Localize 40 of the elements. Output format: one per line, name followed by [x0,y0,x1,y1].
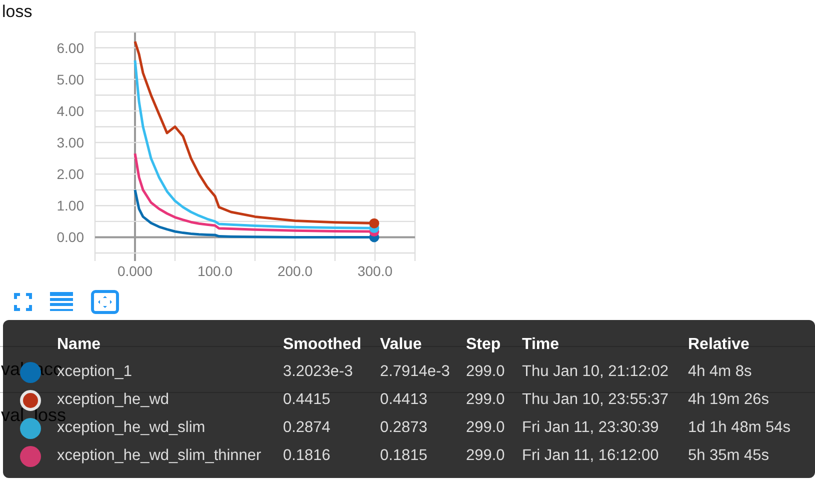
table-cell-text: 0.1815 [380,446,428,466]
table-cell-text: 5h 35m 45s [688,446,770,466]
y-tick-label: 5.00 [56,71,84,88]
table-cell-text: 0.1816 [283,446,332,466]
column-header: Time [522,335,560,355]
column-header: Value [380,335,423,355]
table-cell-text: 299.0 [466,418,506,438]
column-header: Name [57,335,102,355]
table-cell-text: 2.7914e-3 [380,362,451,382]
y-tick-label: 6.00 [56,40,84,56]
x-tick-label: 100.0 [197,263,233,279]
table-cell-text: 0.2873 [380,418,428,438]
x-tick-label: 300.0 [357,263,393,279]
table-cell-text: 4h 4m 8s [688,362,753,382]
x-tick-label: 0.000 [117,263,153,279]
chart-title: loss [1,1,32,22]
column-header: Step [466,335,502,355]
column-header: Smoothed [283,335,362,355]
y-tick-label: 3.00 [56,134,84,150]
table-cell-text: 0.4413 [380,390,428,410]
table-cell-text: 3.2023e-3 [283,362,354,382]
table-cell-text: 0.4415 [283,390,332,410]
column-header: Relative [688,335,750,355]
table-cell-text: 299.0 [466,390,506,410]
table-cell-text: Thu Jan 10, 23:55:37 [522,390,670,410]
table-cell-text: Fri Jan 11, 16:12:00 [522,446,660,466]
y-tick-label: 0.00 [56,229,84,246]
table-cell-text: 0.2874 [283,418,332,438]
y-tick-label: 4.00 [56,102,84,119]
table-cell-text: xception_he_wd_slim_thinner [57,446,262,466]
table-cell-text: 299.0 [466,446,506,466]
table-cell-text: Fri Jan 11, 23:30:39 [522,418,660,438]
y-tick-label: 2.00 [56,166,84,182]
table-cell-text: xception_he_wd [57,390,170,408]
table-cell-text: Thu Jan 10, 21:12:02 [522,362,670,382]
table-cell-text: 1d 1h 48m 54s [688,418,792,438]
table-cell-text: 299.0 [466,362,506,382]
table-cell-text: 4h 19m 26s [688,390,770,410]
y-tick-label: 1.00 [56,198,84,214]
x-tick-label: 200.0 [277,263,313,279]
